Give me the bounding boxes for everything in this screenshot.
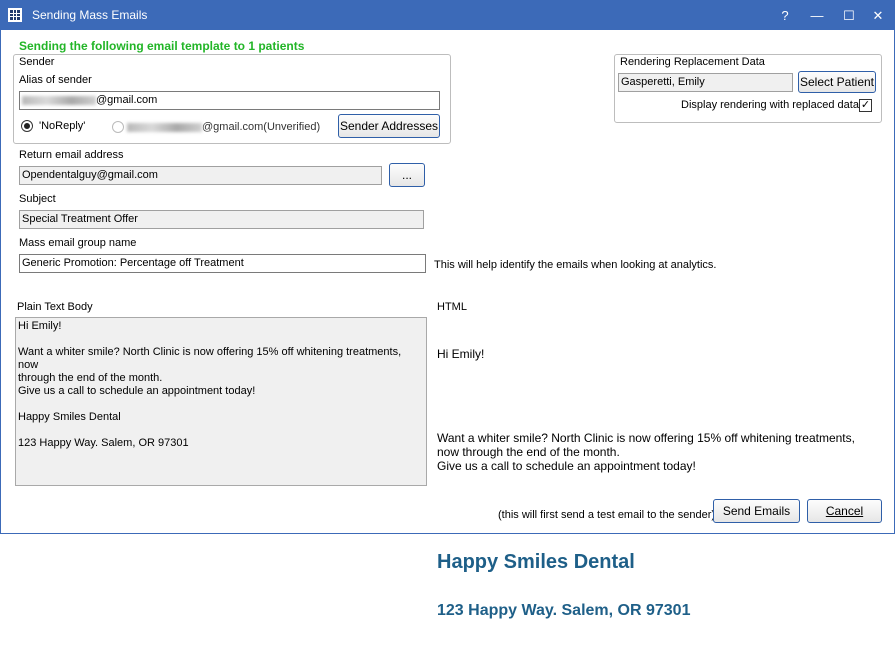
html-preview[interactable]: Hi Emily! Want a whiter smile? North Cli… bbox=[437, 319, 882, 619]
close-icon[interactable]: ✕ bbox=[862, 1, 894, 30]
dialog-body: Sending the following email template to … bbox=[1, 30, 894, 619]
html-heading-practice: Happy Smiles Dental bbox=[437, 551, 635, 573]
html-label: HTML bbox=[437, 301, 467, 313]
select-patient-button[interactable]: Select Patient bbox=[798, 71, 876, 93]
return-email-field[interactable]: Opendentalguy@gmail.com bbox=[19, 166, 382, 185]
display-rendering-checkbox[interactable]: ✓ bbox=[859, 99, 872, 112]
plain-body-label: Plain Text Body bbox=[17, 301, 93, 313]
group-name-hint: This will help identify the emails when … bbox=[434, 259, 717, 271]
mass-email-window: Sending Mass Emails ? — ☐ ✕ Sending the … bbox=[0, 0, 895, 619]
window-title: Sending Mass Emails bbox=[32, 8, 148, 22]
title-bar[interactable]: Sending Mass Emails ? — ☐ ✕ bbox=[1, 1, 894, 30]
alias-label: Alias of sender bbox=[19, 74, 92, 86]
app-icon bbox=[8, 8, 22, 22]
sender-addresses-button[interactable]: Sender Addresses bbox=[338, 114, 440, 138]
send-emails-button[interactable]: Send Emails bbox=[713, 499, 800, 523]
return-email-label: Return email address bbox=[19, 149, 124, 161]
patient-field[interactable]: Gasperetti, Emily bbox=[618, 73, 793, 92]
redacted-text bbox=[127, 122, 202, 132]
minimize-icon[interactable]: — bbox=[801, 1, 833, 30]
cancel-button[interactable]: Cancel bbox=[807, 499, 882, 523]
display-rendering-label: Display rendering with replaced data bbox=[681, 99, 859, 111]
unverified-label: @gmail.com(Unverified) bbox=[127, 121, 320, 133]
help-icon[interactable]: ? bbox=[769, 1, 801, 30]
subject-label: Subject bbox=[19, 193, 56, 205]
recipients-message: Sending the following email template to … bbox=[19, 39, 305, 53]
browse-return-email-button[interactable]: ... bbox=[389, 163, 425, 187]
subject-field[interactable]: Special Treatment Offer bbox=[19, 210, 424, 229]
noreply-label: 'NoReply' bbox=[39, 120, 86, 132]
unverified-radio[interactable] bbox=[112, 121, 124, 133]
html-greeting: Hi Emily! bbox=[437, 347, 485, 361]
plain-body-textarea[interactable]: Hi Emily! Want a whiter smile? North Cli… bbox=[15, 317, 427, 486]
noreply-radio[interactable] bbox=[21, 120, 33, 132]
rendering-group-label: Rendering Replacement Data bbox=[620, 56, 765, 68]
test-email-note: (this will first send a test email to th… bbox=[498, 509, 716, 521]
html-heading-address: 123 Happy Way. Salem, OR 97301 bbox=[437, 602, 691, 619]
alias-input[interactable]: @gmail.com bbox=[19, 91, 440, 110]
html-paragraph: Want a whiter smile? North Clinic is now… bbox=[437, 431, 855, 473]
redacted-text bbox=[22, 95, 96, 105]
sender-group-label: Sender bbox=[19, 56, 55, 68]
group-name-input[interactable]: Generic Promotion: Percentage off Treatm… bbox=[19, 254, 426, 273]
maximize-icon[interactable]: ☐ bbox=[833, 1, 865, 30]
group-name-label: Mass email group name bbox=[19, 237, 137, 249]
